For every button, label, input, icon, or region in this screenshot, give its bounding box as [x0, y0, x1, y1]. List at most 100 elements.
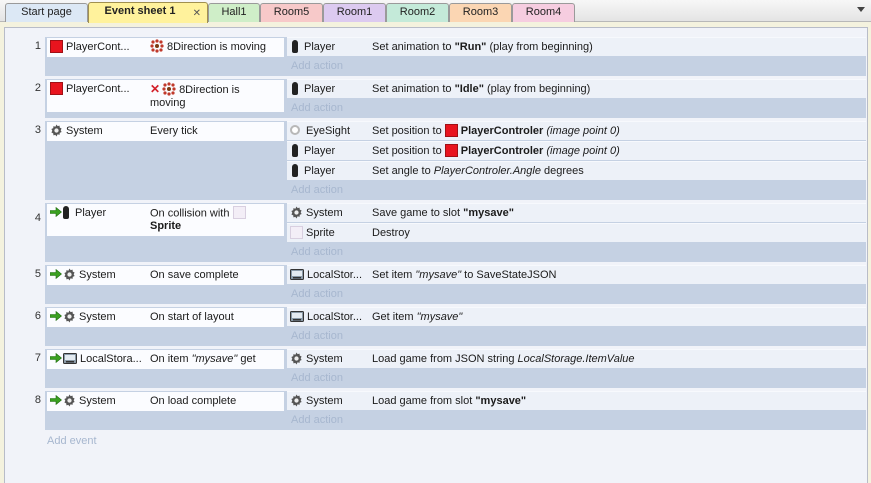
- action-label: Set animation to: [372, 41, 455, 53]
- condition-text: On save complete: [147, 266, 284, 285]
- condition-text: On collision with Sprite: [147, 204, 284, 233]
- object-name: System: [66, 125, 103, 137]
- action[interactable]: LocalStor... Set item "mysave" to SaveSt…: [287, 265, 866, 284]
- action-object: EyeSight: [287, 122, 364, 141]
- tab-room3[interactable]: Room3: [449, 3, 512, 22]
- condition[interactable]: LocalStora... On item "mysave" get: [47, 350, 284, 369]
- action[interactable]: System Load game from JSON string LocalS…: [287, 349, 866, 368]
- action[interactable]: LocalStor... Get item "mysave": [287, 307, 866, 326]
- action-param: "mysave": [463, 207, 514, 219]
- event-number: 1: [34, 40, 41, 52]
- 8direction-behavior-icon: [150, 39, 164, 53]
- condition[interactable]: System On save complete: [47, 266, 284, 285]
- condition-text: 8Direction is moving: [147, 38, 284, 57]
- tab-event-sheet-1[interactable]: Event sheet 1 ✕: [88, 2, 208, 23]
- action-label-suffix: (play from beginning): [486, 41, 593, 53]
- action-label-suffix: (play from beginning): [483, 83, 591, 95]
- action-object: System: [287, 204, 364, 223]
- action-object: LocalStor...: [287, 308, 364, 327]
- add-action-link[interactable]: Add action: [291, 57, 866, 76]
- condition-text: ✕ 8Direction is moving: [147, 80, 284, 110]
- gear-icon: [291, 352, 302, 365]
- event-row[interactable]: System On load complete System Load game…: [45, 391, 866, 430]
- add-event-link[interactable]: Add event: [47, 435, 97, 447]
- add-action-link[interactable]: Add action: [291, 243, 866, 262]
- add-action-link[interactable]: Add action: [291, 99, 866, 118]
- tab-room5[interactable]: Room5: [260, 3, 323, 22]
- action[interactable]: Player Set angle to PlayerControler.Angl…: [287, 161, 866, 180]
- object-name: System: [79, 395, 116, 407]
- condition[interactable]: System On start of layout: [47, 308, 284, 327]
- event-number: 5: [34, 268, 41, 280]
- condition-label: On load complete: [150, 395, 237, 407]
- sprite-icon: [50, 81, 63, 95]
- action-object: Player: [287, 142, 364, 161]
- condition-param: Sprite: [150, 220, 182, 233]
- add-action-link[interactable]: Add action: [291, 411, 866, 430]
- action[interactable]: Sprite Destroy: [287, 223, 866, 242]
- event-row[interactable]: System On start of layout LocalStor... G…: [45, 307, 866, 346]
- condition[interactable]: Player On collision with Sprite: [47, 204, 284, 236]
- condition-label: On save complete: [150, 269, 239, 281]
- condition[interactable]: PlayerCont... 8Direction is moving: [47, 38, 284, 57]
- tab-bar: Start page Event sheet 1 ✕ Hall1 Room5 R…: [0, 0, 871, 23]
- condition-object: LocalStora...: [47, 350, 144, 369]
- event-row[interactable]: PlayerCont... ✕ 8Direction is moving Play…: [45, 79, 866, 118]
- event-row[interactable]: System Every tick EyeSight Set position …: [45, 121, 866, 200]
- event-row[interactable]: Player On collision with Sprite System S…: [45, 203, 866, 262]
- tab-start-page[interactable]: Start page: [5, 3, 88, 22]
- object-name: Player: [304, 41, 336, 53]
- tab-room2[interactable]: Room2: [386, 3, 449, 22]
- condition-text: On item "mysave" get: [147, 350, 284, 369]
- event-row[interactable]: System On save complete LocalStor... Set…: [45, 265, 866, 304]
- tab-hall1[interactable]: Hall1: [208, 3, 260, 22]
- condition-object: System: [47, 308, 144, 327]
- add-action-link[interactable]: Add action: [291, 181, 866, 200]
- action-text: Set item "mysave" to SaveStateJSON: [368, 266, 866, 285]
- gear-icon: [64, 268, 75, 281]
- 8direction-behavior-icon: [162, 82, 176, 96]
- event-row[interactable]: LocalStora... On item "mysave" get Syste…: [45, 349, 866, 388]
- tab-room4[interactable]: Room4: [512, 3, 575, 22]
- action-param: "mysave": [416, 311, 463, 323]
- condition-object: System: [47, 122, 144, 141]
- action[interactable]: Player Set animation to "Idle" (play fro…: [287, 79, 866, 98]
- event-sheet: 1 PlayerCont... 8Direction is moving Pla…: [4, 27, 868, 483]
- add-action-link[interactable]: Add action: [291, 369, 866, 388]
- action-label: Load game from slot: [372, 395, 476, 407]
- tab-label: Room3: [462, 6, 499, 18]
- action[interactable]: System Save game to slot "mysave": [287, 203, 866, 222]
- condition[interactable]: System On load complete: [47, 392, 284, 411]
- add-action-link[interactable]: Add action: [291, 327, 866, 346]
- condition-label: 8Direction is moving: [167, 41, 267, 53]
- event-row[interactable]: PlayerCont... 8Direction is moving Playe…: [45, 37, 866, 76]
- sprite-icon: [444, 123, 458, 137]
- sprite-icon: [290, 225, 303, 239]
- condition[interactable]: System Every tick: [47, 122, 284, 141]
- action-param: LocalStorage.ItemValue: [517, 353, 635, 365]
- event-number: 6: [34, 310, 41, 322]
- tab-label: Start page: [21, 6, 72, 18]
- object-name: Player: [304, 83, 336, 95]
- object-name: Player: [75, 207, 107, 219]
- tab-label: Room2: [399, 6, 436, 18]
- gear-icon: [64, 394, 75, 407]
- object-name: Sprite: [306, 227, 335, 239]
- action[interactable]: Player Set position to PlayerControler (…: [287, 141, 866, 160]
- action-label: Set animation to: [372, 83, 455, 95]
- tab-room1[interactable]: Room1: [323, 3, 386, 22]
- condition-object: System: [47, 392, 144, 411]
- object-name: EyeSight: [306, 125, 351, 137]
- action[interactable]: Player Set animation to "Run" (play from…: [287, 37, 866, 56]
- close-icon[interactable]: ✕: [193, 5, 201, 22]
- add-action-link[interactable]: Add action: [291, 285, 866, 304]
- action-text: Set angle to PlayerControler.Angle degre…: [368, 162, 866, 181]
- action[interactable]: System Load game from slot "mysave": [287, 391, 866, 410]
- action-object: Player: [287, 38, 364, 57]
- tab-list-dropdown-icon[interactable]: [857, 7, 865, 12]
- action-label-suffix: degrees: [540, 165, 584, 177]
- condition-label: On collision with: [150, 207, 230, 220]
- action[interactable]: EyeSight Set position to PlayerControler…: [287, 121, 866, 140]
- condition-text: On load complete: [147, 392, 284, 411]
- condition[interactable]: PlayerCont... ✕ 8Direction is moving: [47, 80, 284, 112]
